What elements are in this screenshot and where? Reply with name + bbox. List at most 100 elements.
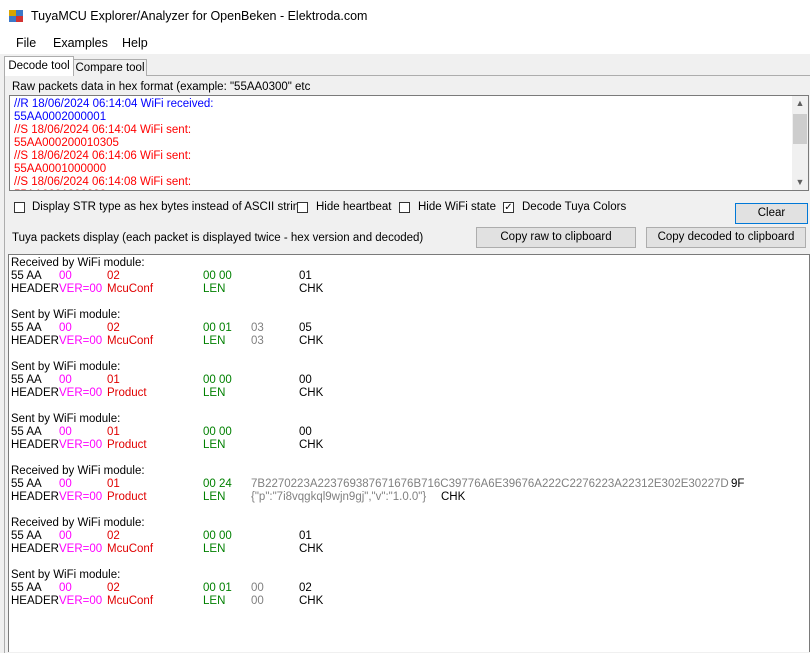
packet-hex-length: 00 00 (203, 530, 232, 542)
packet-block: Sent by WiFi module: 55 AA 00 01 00 00 HEADER… (11, 413, 801, 465)
raw-packets-textbox[interactable]: //R 18/06/2024 06:14:04 WiFi received: 55… (9, 95, 809, 191)
copy-raw-button[interactable]: Copy raw to clipboard (476, 227, 636, 248)
packet-version-label: VER=00 (59, 543, 102, 556)
packet-header-label: HEADER (11, 283, 59, 295)
packet-version-label: VER=00 (59, 283, 102, 296)
packet-version-label: VER=00 (59, 335, 102, 348)
version-prefix: VER= (59, 491, 90, 503)
packet-hex-command: 02 (107, 270, 120, 282)
raw-line: //S 18/06/2024 06:14:08 WiFi sent: (14, 176, 192, 188)
packet-hex-version: 00 (59, 582, 72, 594)
packet-command-name: McuConf (107, 595, 154, 607)
scroll-down-icon[interactable]: ▼ (792, 175, 808, 190)
packet-length-label: LEN (203, 283, 226, 295)
packet-checksum-label: CHK (299, 387, 324, 399)
packet-hex-checksum: 9F (731, 478, 745, 490)
raw-line: //S 18/06/2024 06:14:06 WiFi sent: (14, 150, 192, 162)
packet-length-label: LEN (203, 543, 226, 555)
packet-header-label: HEADER (11, 335, 59, 347)
packet-hex-data: 7B2270223A223769387671676B716C39776A6E39… (251, 478, 729, 490)
packet-hex-version: 00 (59, 478, 72, 490)
packets-display[interactable]: Received by WiFi module: 55 AA 00 02 00 00 HE… (8, 254, 810, 652)
packet-hex-version: 00 (59, 270, 72, 282)
packet-block: Received by WiFi module: 55 AA 00 02 00 00 HE… (11, 257, 801, 309)
scroll-thumb[interactable] (793, 114, 807, 144)
version-prefix: VER= (59, 387, 90, 399)
packet-hex-command: 01 (107, 374, 120, 386)
packet-direction: Sent by WiFi module: (11, 413, 121, 425)
packet-checksum-label: CHK (299, 283, 324, 295)
packet-hex-length: 00 01 (203, 582, 232, 594)
app-icon (9, 10, 23, 22)
menu-examples[interactable]: Examples (53, 36, 108, 50)
packet-hex-data: 00 (251, 582, 264, 594)
version-value: 00 (89, 595, 103, 607)
version-value: 00 (89, 387, 103, 399)
packet-version-label: VER=00 (59, 439, 102, 452)
raw-packets-scrollbar[interactable]: ▲ ▼ (792, 96, 808, 190)
packet-data-decoded: 03 (251, 335, 264, 347)
packet-hex-header: 55 AA (11, 322, 42, 334)
packet-hex-command: 02 (107, 322, 120, 334)
packet-command-name: McuConf (107, 543, 154, 555)
packet-hex-length: 00 00 (203, 374, 232, 386)
raw-packets-label: Raw packets data in hex format (example:… (12, 81, 311, 93)
window-title: TuyaMCU Explorer/Analyzer for OpenBeken … (31, 9, 368, 23)
packet-hex-checksum: 00 (299, 426, 312, 438)
version-value: 00 (89, 439, 103, 451)
packet-length-label: LEN (203, 595, 226, 607)
packet-data-decoded: 00 (251, 595, 264, 607)
packet-hex-header: 55 AA (11, 270, 42, 282)
packet-direction: Sent by WiFi module: (11, 309, 121, 321)
checkbox-hide-wifi-state-label: Hide WiFi state (418, 201, 496, 213)
version-value: 00 (89, 491, 103, 503)
checkbox-hide-wifi-state[interactable] (399, 202, 410, 213)
packet-hex-data: 03 (251, 322, 264, 334)
version-prefix: VER= (59, 283, 90, 295)
packet-header-label: HEADER (11, 439, 59, 451)
packet-hex-version: 00 (59, 374, 72, 386)
packet-hex-checksum: 05 (299, 322, 312, 334)
version-value: 00 (89, 283, 103, 295)
checkbox-decode-colors[interactable]: ✓ (503, 202, 514, 213)
raw-line: 55AA0002000001 (14, 111, 107, 123)
packet-hex-checksum: 00 (299, 374, 312, 386)
packets-list: Received by WiFi module: 55 AA 00 02 00 00 HE… (11, 257, 801, 621)
packet-block: Received by WiFi module: 55 AA 00 02 00 00 HE… (11, 517, 801, 569)
raw-line: //R 18/06/2024 06:14:04 WiFi received: (14, 98, 214, 110)
packet-checksum-label: CHK (441, 491, 466, 503)
packet-checksum-label: CHK (299, 543, 324, 555)
copy-decoded-button[interactable]: Copy decoded to clipboard (646, 227, 806, 248)
tab-compare-tool[interactable]: Compare tool (73, 59, 147, 76)
clear-button[interactable]: Clear (735, 203, 808, 224)
packet-checksum-label: CHK (299, 439, 324, 451)
packet-version-label: VER=00 (59, 491, 102, 504)
packet-version-label: VER=00 (59, 595, 102, 608)
packet-hex-version: 00 (59, 530, 72, 542)
packet-length-label: LEN (203, 439, 226, 451)
packet-hex-version: 00 (59, 426, 72, 438)
scroll-up-icon[interactable]: ▲ (792, 96, 808, 111)
packet-hex-command: 01 (107, 426, 120, 438)
menu-help[interactable]: Help (122, 36, 148, 50)
packet-hex-header: 55 AA (11, 582, 42, 594)
packet-hex-checksum: 01 (299, 270, 312, 282)
packet-command-name: McuConf (107, 335, 154, 347)
menu-file[interactable]: File (16, 36, 36, 50)
version-prefix: VER= (59, 543, 90, 555)
raw-line: 55AA0001000000 (14, 163, 107, 175)
packet-checksum-label: CHK (299, 335, 324, 347)
packet-header-label: HEADER (11, 387, 59, 399)
tab-decode-tool[interactable]: Decode tool (4, 56, 74, 76)
packet-block: Sent by WiFi module: 55 AA 00 02 00 01 HEADER… (11, 309, 801, 361)
version-value: 00 (89, 335, 103, 347)
packet-hex-command: 02 (107, 530, 120, 542)
checkbox-str-hex-label: Display STR type as hex bytes instead of… (32, 201, 306, 213)
packet-hex-length: 00 24 (203, 478, 232, 490)
packet-hex-header: 55 AA (11, 478, 42, 490)
packet-hex-checksum: 02 (299, 582, 312, 594)
checkbox-str-hex[interactable] (14, 202, 25, 213)
packet-hex-header: 55 AA (11, 374, 42, 386)
packet-length-label: LEN (203, 491, 226, 503)
checkbox-hide-heartbeat[interactable] (297, 202, 308, 213)
